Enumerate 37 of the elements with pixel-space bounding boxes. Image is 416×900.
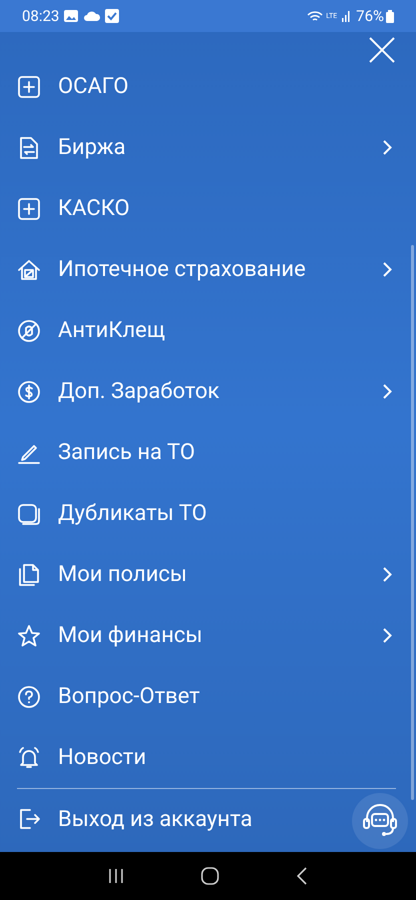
documents-icon xyxy=(17,562,41,586)
battery-icon xyxy=(386,10,394,22)
gallery-icon xyxy=(64,10,78,22)
menu-item[interactable]: Новости xyxy=(0,727,416,788)
menu-item[interactable]: АнтиКлещ xyxy=(0,300,416,361)
bell-icon xyxy=(17,746,41,770)
dollar-circle-icon xyxy=(17,380,41,404)
home-icon[interactable] xyxy=(200,867,219,885)
menu-item[interactable]: Вопрос-Ответ xyxy=(0,666,416,727)
menu-item[interactable]: ОСАГО xyxy=(0,56,416,117)
cloud-icon xyxy=(84,11,100,21)
menu-item[interactable]: Ипотечное страхование xyxy=(0,239,416,300)
menu-item[interactable]: КАСКО xyxy=(0,178,416,239)
star-icon xyxy=(17,624,41,648)
menu-item[interactable]: Мои финансы xyxy=(0,605,416,666)
checkbox-icon xyxy=(105,9,120,23)
document-arrows-icon xyxy=(17,136,41,160)
menu-item[interactable]: Дубликаты ТО xyxy=(0,483,416,544)
status-time: 08:23 xyxy=(22,6,60,27)
stacked-squares-icon xyxy=(17,502,41,526)
plus-square-icon xyxy=(17,74,41,98)
close-icon xyxy=(369,37,395,63)
recent-apps-icon[interactable] xyxy=(108,868,124,884)
menu-item[interactable]: Мои полисы xyxy=(0,544,416,605)
menu-item[interactable]: Выход из аккаунта xyxy=(0,789,416,849)
signal-icon xyxy=(341,10,352,22)
menu-item[interactable]: Запись на ТО xyxy=(0,422,416,483)
menu-item[interactable]: Биржа xyxy=(0,117,416,178)
wifi-icon xyxy=(307,10,324,22)
headset-chat-icon xyxy=(362,804,398,838)
help-icon xyxy=(17,684,41,708)
back-icon[interactable] xyxy=(296,867,308,885)
close-button[interactable] xyxy=(368,36,396,64)
logout-icon xyxy=(17,807,41,831)
plus-square-icon xyxy=(17,196,41,220)
battery-percent: 76% xyxy=(356,6,384,27)
menu-item[interactable]: Доп. Заработок xyxy=(0,361,416,422)
